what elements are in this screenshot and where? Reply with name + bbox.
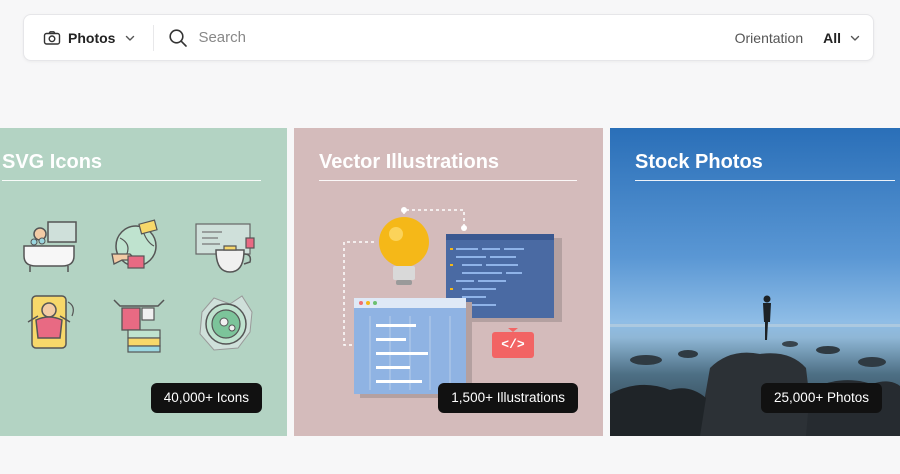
icon-sample-grid — [18, 216, 258, 356]
orientation-value: All — [823, 29, 841, 46]
search-icon — [169, 28, 188, 47]
card-title: Vector Illustrations — [319, 151, 577, 181]
chevron-down-icon — [126, 35, 135, 41]
search-input[interactable] — [198, 15, 735, 60]
count-badge: 25,000+ Photos — [761, 383, 882, 413]
teapot-icon — [195, 223, 255, 273]
vector-illustrations-card[interactable]: Vector Illustrations </> 1,500+ Illustra… — [294, 128, 603, 436]
card-title: Stock Photos — [635, 151, 895, 181]
relaxing-person-icon — [27, 295, 74, 349]
count-badge: 40,000+ Icons — [150, 383, 262, 413]
code-tag-label: </> — [501, 337, 525, 352]
chevron-down-icon — [850, 35, 860, 41]
count-badge: 1,500+ Illustrations — [438, 383, 578, 413]
stock-photos-card[interactable]: Stock Photos 25,000+ Photos — [610, 128, 900, 436]
orientation-dropdown[interactable]: All — [823, 30, 861, 46]
divider — [153, 24, 155, 51]
bathtub-icon — [23, 221, 77, 272]
orientation-label: Orientation — [734, 29, 804, 46]
media-type-label: Photos — [68, 29, 116, 46]
clothesline-icon — [113, 299, 165, 353]
camera-icon — [43, 30, 61, 45]
food-plate-icon — [199, 295, 253, 351]
svg-icons-card[interactable]: SVG Icons 40,000+ Icons — [0, 128, 287, 436]
media-type-dropdown[interactable]: Photos — [24, 15, 153, 60]
search-bar: Photos Orientation All — [23, 14, 874, 61]
card-title: SVG Icons — [2, 151, 261, 181]
globe-hand-icon — [111, 219, 158, 269]
vector-illustration-image — [343, 207, 562, 398]
